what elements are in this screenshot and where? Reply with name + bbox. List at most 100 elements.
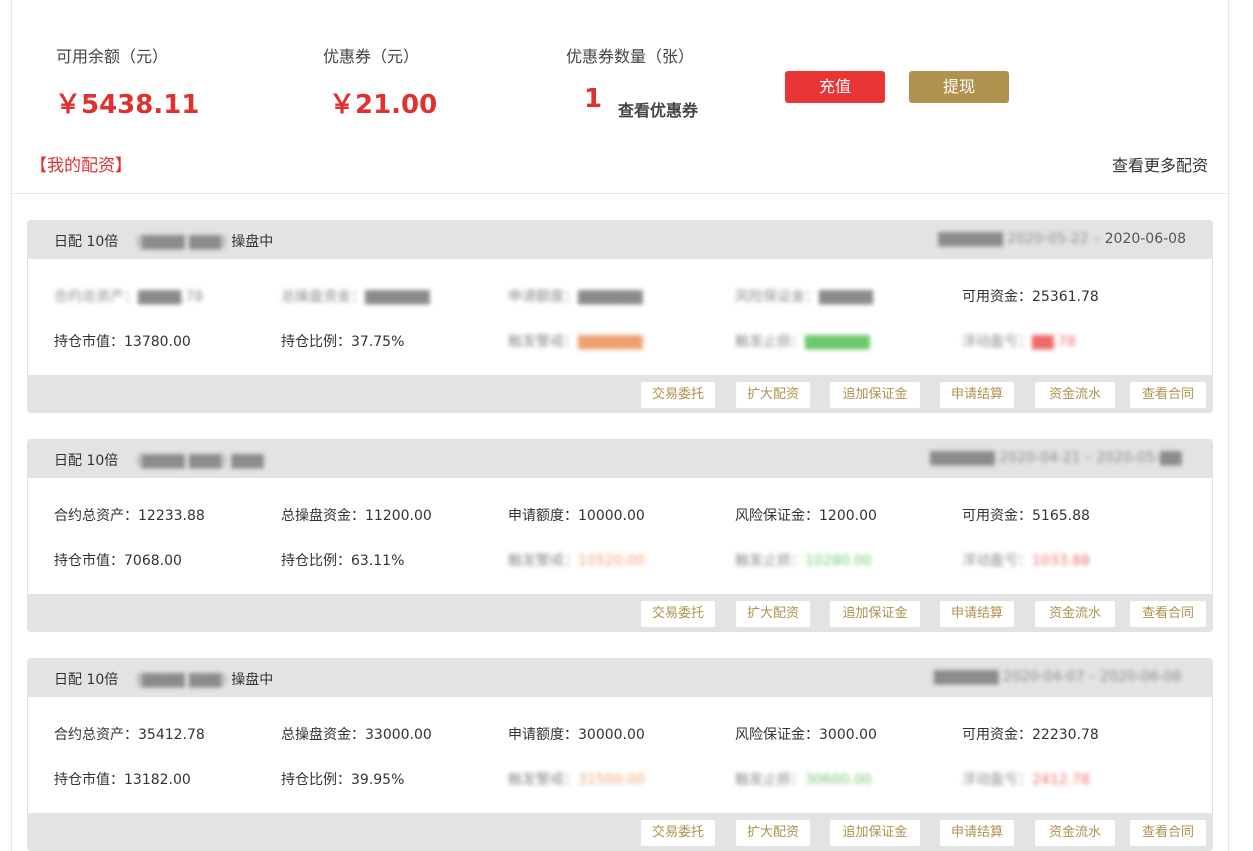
view-contract-button[interactable]: 查看合同 [1130, 382, 1206, 408]
metric-value: ▇▇▇▇▇▇ [805, 334, 870, 350]
card-title: 日配 10倍 (▇▇▇▇ ▇▇▇) 操盘中 [54, 669, 273, 689]
metric-value: 1200.00 [819, 508, 877, 524]
metric-label: 风险保证金： [735, 508, 819, 524]
card-actions: 交易委托 扩大配资 追加保证金 申请结算 资金流水 查看合同 [28, 813, 1212, 850]
fund-flow-button[interactable]: 资金流水 [1035, 382, 1115, 408]
add-margin-button[interactable]: 追加保证金 [830, 382, 920, 408]
metric-label: 持仓市值： [54, 553, 124, 569]
metric: 浮动盈亏：▇▇.78 [962, 331, 1076, 351]
add-margin-button[interactable]: 追加保证金 [830, 820, 920, 846]
card-header: 日配 10倍 (▇▇▇▇ ▇▇▇) ▇▇▇ ▇▇▇▇▇▇ 2020-04-21 … [28, 440, 1212, 478]
metric-label: 持仓市值： [54, 334, 124, 350]
metric: 总操盘资金：▇▇▇▇▇▇ [281, 286, 430, 306]
metric-label: 可用资金： [962, 289, 1032, 305]
metric-label: 触发止损： [735, 334, 805, 350]
coupon-count-label: 优惠券数量（张） [566, 47, 695, 66]
metric-value: 39.95% [351, 772, 405, 788]
metric-label: 申请额度： [508, 727, 578, 743]
metric-label: 风险保证金： [735, 727, 819, 743]
metric-value: 13780.00 [124, 334, 191, 350]
view-more-financing-link[interactable]: 查看更多配资 [1112, 152, 1208, 176]
metric-label: 浮动盈亏： [962, 334, 1032, 350]
financing-card: 日配 10倍 (▇▇▇▇ ▇▇▇) 操盘中 ▇▇▇▇▇▇ 2020-04-07 –… [27, 658, 1213, 851]
my-financing-title: 【我的配资】 [30, 156, 132, 176]
card-title-masked: (▇▇▇▇ ▇▇▇) ▇▇▇ [136, 453, 264, 469]
financing-card: 日配 10倍 (▇▇▇▇ ▇▇▇) 操盘中 ▇▇▇▇▇▇ 2020-05-22 –… [27, 220, 1213, 413]
metric-value: 30000.00 [578, 727, 645, 743]
metric-value: 10280.00 [805, 553, 872, 569]
card-header: 日配 10倍 (▇▇▇▇ ▇▇▇) 操盘中 ▇▇▇▇▇▇ 2020-05-22 –… [28, 221, 1212, 259]
metric-value: 63.11% [351, 553, 405, 569]
metric-label: 风险保证金： [735, 289, 819, 305]
card-leverage: 日配 10倍 [54, 234, 119, 250]
card-actions: 交易委托 扩大配资 追加保证金 申请结算 资金流水 查看合同 [28, 375, 1212, 412]
card-metrics-row: 合约总资产：12233.88 总操盘资金：11200.00 申请额度：10000.0… [28, 505, 1212, 525]
metric-label: 合约总资产： [54, 727, 138, 743]
card-title: 日配 10倍 (▇▇▇▇ ▇▇▇) ▇▇▇ [54, 450, 268, 470]
metric: 总操盘资金：11200.00 [281, 505, 432, 525]
metric-value: 5165.88 [1032, 508, 1090, 524]
fund-flow-button[interactable]: 资金流水 [1035, 601, 1115, 627]
trade-order-button[interactable]: 交易委托 [641, 382, 715, 408]
add-margin-button[interactable]: 追加保证金 [830, 601, 920, 627]
metric-value: 3000.00 [819, 727, 877, 743]
metric: 总操盘资金：33000.00 [281, 724, 432, 744]
card-status: 操盘中 [231, 672, 274, 688]
metric-label: 可用资金： [962, 727, 1032, 743]
metric-value: 2412.78 [1032, 772, 1090, 788]
metric: 申请额度：▇▇▇▇▇▇ [508, 286, 643, 306]
coupon-value: ￥21.00 [329, 90, 438, 120]
metric-label: 触发警戒： [508, 772, 578, 788]
metric-value: 25361.78 [1032, 289, 1099, 305]
metric-label: 申请额度： [508, 508, 578, 524]
metric-value: ▇▇▇▇.78 [138, 289, 204, 305]
view-contract-button[interactable]: 查看合同 [1130, 601, 1206, 627]
apply-settlement-button[interactable]: 申请结算 [940, 601, 1014, 627]
metric: 合约总资产：35412.78 [54, 724, 205, 744]
withdraw-button[interactable]: 提现 [909, 71, 1009, 103]
metric-value: 10520.00 [578, 553, 645, 569]
metric-value: 1033.88 [1032, 553, 1090, 569]
metric: 持仓比例：39.95% [281, 769, 404, 789]
expand-financing-button[interactable]: 扩大配资 [736, 382, 810, 408]
card-metrics-row: 持仓市值：7068.00 持仓比例：63.11% 触发警戒：10520.00 触发止损… [28, 550, 1212, 570]
metric: 触发止损：30600.00 [735, 769, 872, 789]
metric-value: 30600.00 [805, 772, 872, 788]
metric: 持仓比例：37.75% [281, 331, 404, 351]
card-actions: 交易委托 扩大配资 追加保证金 申请结算 资金流水 查看合同 [28, 594, 1212, 631]
card-period-masked: ▇▇▇▇▇▇ 2020-05-22 – [938, 231, 1101, 247]
trade-order-button[interactable]: 交易委托 [641, 820, 715, 846]
metric-value: 7068.00 [124, 553, 182, 569]
metric-label: 总操盘资金： [281, 508, 365, 524]
metric-label: 可用资金： [962, 508, 1032, 524]
view-coupons-link[interactable]: 查看优惠券 [618, 97, 698, 121]
apply-settlement-button[interactable]: 申请结算 [940, 382, 1014, 408]
metric-label: 合约总资产： [54, 508, 138, 524]
recharge-button[interactable]: 充值 [785, 71, 885, 103]
metric-label: 触发警戒： [508, 553, 578, 569]
card-period-masked: ▇▇▇▇▇▇ 2020-04-21 – 2020-05-▇▇ [930, 450, 1182, 466]
trade-order-button[interactable]: 交易委托 [641, 601, 715, 627]
card-metrics-row: 持仓市值：13182.00 持仓比例：39.95% 触发警戒：31500.00 触发止… [28, 769, 1212, 789]
view-contract-button[interactable]: 查看合同 [1130, 820, 1206, 846]
expand-financing-button[interactable]: 扩大配资 [736, 820, 810, 846]
apply-settlement-button[interactable]: 申请结算 [940, 820, 1014, 846]
metric-label: 合约总资产： [54, 289, 138, 305]
card-leverage: 日配 10倍 [54, 672, 119, 688]
card-metrics-row: 合约总资产：35412.78 总操盘资金：33000.00 申请额度：30000.0… [28, 724, 1212, 744]
metric-value: 37.75% [351, 334, 405, 350]
metric-label: 持仓比例： [281, 334, 351, 350]
metric: 可用资金：22230.78 [962, 724, 1099, 744]
card-period: ▇▇▇▇▇▇ 2020-04-21 – 2020-05-▇▇ [930, 450, 1186, 466]
metric: 合约总资产：▇▇▇▇.78 [54, 286, 203, 306]
fund-flow-button[interactable]: 资金流水 [1035, 820, 1115, 846]
metric: 浮动盈亏：1033.88 [962, 550, 1090, 570]
metric-value: 10000.00 [578, 508, 645, 524]
expand-financing-button[interactable]: 扩大配资 [736, 601, 810, 627]
balance-label: 可用余额（元） [56, 47, 169, 66]
metric: 可用资金：5165.88 [962, 505, 1090, 525]
card-metrics-row: 持仓市值：13780.00 持仓比例：37.75% 触发警戒：▇▇▇▇▇▇ 触发止损：… [28, 331, 1212, 351]
metric-value: ▇▇▇▇▇▇ [578, 289, 643, 305]
metric-label: 触发止损： [735, 772, 805, 788]
card-status: 操盘中 [231, 234, 274, 250]
